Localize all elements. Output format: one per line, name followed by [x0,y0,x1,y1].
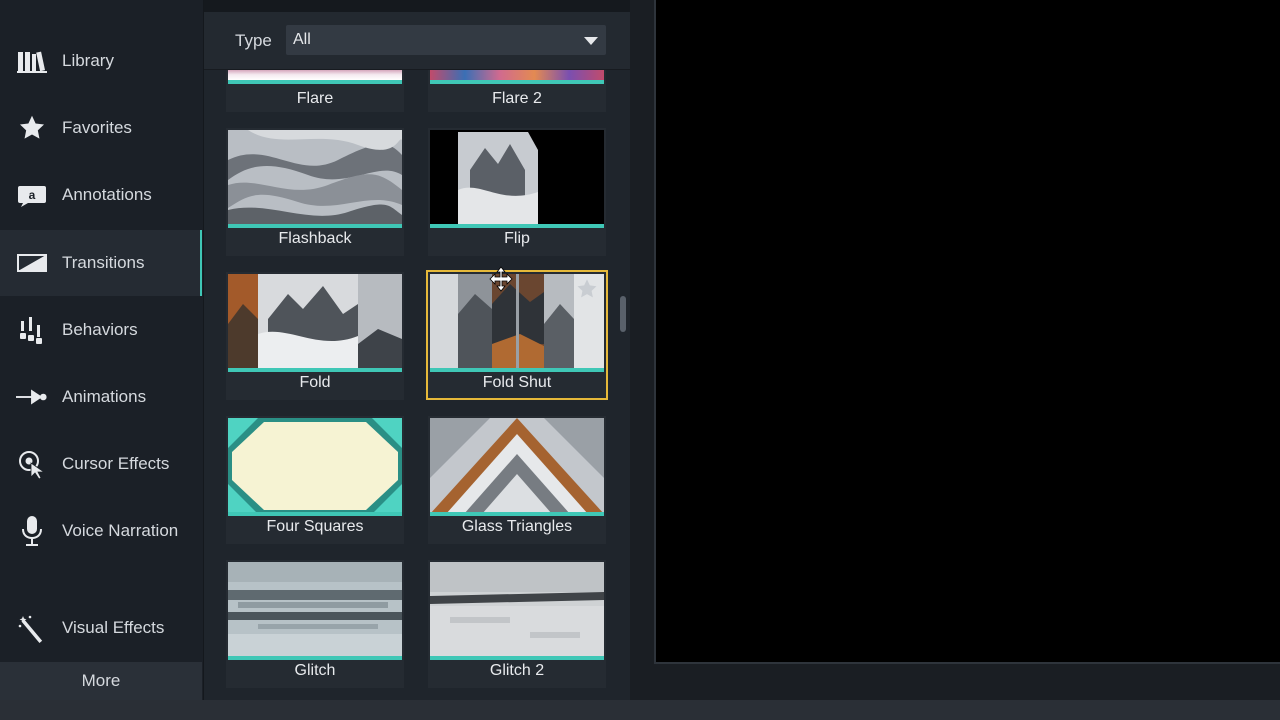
transition-tile-flare-2[interactable]: Flare 2 [428,70,606,112]
transition-tile-glass-triangles[interactable]: Glass Triangles [428,416,606,544]
sidebar-item-label: Visual Effects [62,618,165,637]
type-label: Type [235,31,272,50]
sidebar-item-annotations[interactable]: a Annotations [0,162,202,228]
transition-tile-flashback[interactable]: Flashback [226,128,404,256]
transition-name: Fold [299,374,331,391]
transition-tile-flare[interactable]: Flare [226,70,404,112]
svg-text:a: a [29,188,36,202]
sidebar-item-visual-effects[interactable]: Visual Effects [0,595,202,661]
transition-thumbnail [430,418,604,514]
sidebar-item-cursor-effects[interactable]: Cursor Effects [0,431,202,497]
transition-progress-bar [430,224,604,228]
type-dropdown[interactable]: All [286,25,606,55]
transition-progress-bar [228,80,402,84]
panel-top-strip [204,0,630,12]
transition-name: Flare 2 [492,90,542,107]
microphone-icon [16,515,48,547]
transition-name: Flip [504,230,530,247]
transition-name: Fold Shut [482,374,552,391]
transition-progress-bar [228,368,402,372]
bottom-timeline-edge [0,700,1280,720]
transition-name: Four Squares [266,518,364,535]
transition-progress-bar [228,512,402,516]
transition-tile-four-squares[interactable]: Four Squares [226,416,404,544]
transition-thumbnail [228,418,402,514]
transition-progress-bar [430,656,604,660]
transition-name: Glass Triangles [461,518,573,535]
sidebar-item-label: Transitions [62,253,145,272]
transitions-panel: Type All Flare Flare 2 Flashback Flip Fo… [204,0,630,702]
transition-tile-glitch-2[interactable]: Glitch 2 [428,560,606,688]
sidebar-item-library[interactable]: Library [0,28,202,94]
preview-canvas[interactable] [654,0,1280,664]
sidebar-item-label: Favorites [62,118,132,137]
animation-icon [16,381,48,413]
transition-progress-bar [430,512,604,516]
sidebar-item-animations[interactable]: Animations [0,364,202,430]
tools-sidebar: Library Favorites a Annotations Transiti… [0,0,204,702]
transition-progress-bar [430,80,604,84]
transition-tile-glitch[interactable]: Glitch [226,560,404,688]
transition-thumbnail [228,130,402,226]
transition-thumbnail [228,274,402,370]
transition-name: Flashback [278,230,352,247]
favorite-star-icon[interactable] [576,278,598,305]
type-dropdown-value: All [293,31,311,48]
transition-name: Glitch [294,662,336,679]
transition-thumbnail [228,562,402,658]
transition-thumbnail [228,70,402,80]
library-icon [16,45,48,77]
transition-tile-fold-shut[interactable]: Fold Shut [426,266,608,400]
magic-wand-icon [16,612,48,644]
sidebar-item-label: Cursor Effects [62,454,170,473]
sidebar-item-label: Behaviors [62,320,138,339]
transition-progress-bar [228,224,402,228]
annotation-icon: a [16,179,48,211]
transition-tile-fold[interactable]: Fold [226,272,404,400]
cursor-effects-icon [16,448,48,480]
star-icon [16,112,48,144]
sidebar-item-behaviors[interactable]: Behaviors [0,297,202,363]
move-cursor-icon [488,266,514,297]
transition-thumbnail [430,562,604,658]
sidebar-item-label: Annotations [62,185,152,204]
sidebar-item-transitions[interactable]: Transitions [0,230,202,296]
sidebar-item-label: Animations [62,387,147,406]
panel-scrollbar[interactable] [620,296,626,332]
transition-thumbnail [430,130,604,226]
transition-name: Flare [296,90,334,107]
sidebar-item-label: Voice Narration [62,521,179,540]
chevron-down-icon [584,37,598,45]
more-button[interactable]: More [0,662,202,700]
transition-progress-bar [228,656,402,660]
app-window: Library Favorites a Annotations Transiti… [0,0,1280,720]
type-filter-row: Type All [204,12,630,70]
transition-icon [16,247,48,279]
behaviors-icon [16,314,48,346]
sidebar-item-label: Library [62,51,114,70]
transition-thumbnail [430,70,604,80]
transition-name: Glitch 2 [489,662,545,679]
transition-tile-flip[interactable]: Flip [428,128,606,256]
sidebar-item-voice-narration[interactable]: Voice Narration [0,498,202,564]
sidebar-item-favorites[interactable]: Favorites [0,95,202,161]
transition-progress-bar [430,368,604,372]
